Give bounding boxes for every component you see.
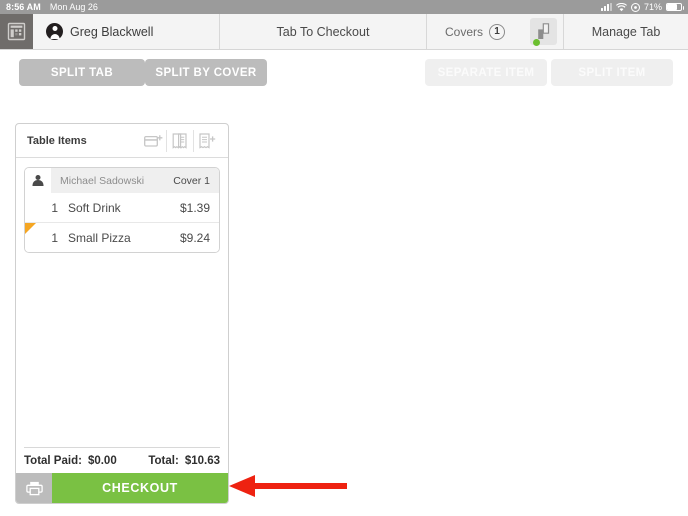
cover-items-card: Michael Sadowski Cover 1 1 Soft Drink $1…	[24, 167, 220, 253]
battery-percent-label: 71%	[643, 2, 662, 12]
status-bar-date: Mon Aug 26	[49, 2, 98, 12]
item-name: Small Pizza	[68, 230, 131, 245]
rotation-lock-icon	[630, 2, 640, 12]
panel-empty-space	[16, 253, 228, 447]
guest-icon	[25, 168, 51, 193]
cover-number-label: Cover 1	[173, 174, 210, 187]
register-icon	[7, 22, 26, 41]
covers-label: Covers	[444, 24, 483, 39]
add-tab-icon[interactable]	[140, 130, 166, 152]
split-item-button[interactable]: SPLIT ITEM	[551, 59, 673, 86]
table-row[interactable]: 1 Soft Drink $1.39	[25, 193, 219, 222]
item-quantity: 1	[51, 200, 58, 215]
add-receipt-icon[interactable]	[193, 129, 220, 152]
app-menu-button[interactable]	[0, 14, 33, 49]
cellular-signal-icon	[600, 3, 612, 11]
totals-row: Total Paid: $0.00 Total: $10.63	[24, 447, 220, 473]
add-receipt-glyph	[199, 132, 216, 149]
split-toolbar: SPLIT TAB SPLIT BY COVER SEPARATE ITEM S…	[0, 50, 688, 94]
split-tab-button[interactable]: SPLIT TAB	[19, 59, 145, 86]
separate-item-button[interactable]: SEPARATE ITEM	[425, 59, 547, 86]
print-button[interactable]	[16, 473, 52, 503]
guest-name-label: Michael Sadowski	[60, 174, 145, 187]
seat-split-glyph	[537, 23, 549, 39]
item-price: $1.39	[179, 200, 210, 215]
item-flag-icon	[25, 223, 36, 234]
item-name: Soft Drink	[68, 200, 121, 215]
user-name-label: Greg Blackwell	[70, 24, 154, 39]
covers-control[interactable]: Covers 1	[427, 14, 523, 49]
total-label: Total:	[148, 454, 179, 467]
table-row[interactable]: 1 Small Pizza $9.24	[25, 222, 219, 252]
move-items-glyph	[172, 132, 187, 149]
total-value: $10.63	[184, 454, 220, 467]
add-tab-glyph	[143, 134, 162, 147]
printer-icon	[25, 481, 43, 495]
total-paid-value: $0.00	[87, 454, 117, 467]
avatar	[46, 23, 63, 40]
cover-header-row[interactable]: Michael Sadowski Cover 1	[25, 168, 219, 193]
manage-tab-button[interactable]: Manage Tab	[564, 14, 688, 49]
total-paid-label: Total Paid:	[24, 454, 82, 467]
split-by-cover-button[interactable]: SPLIT BY COVER	[145, 59, 267, 86]
app-header: Greg Blackwell Tab To Checkout Covers 1 …	[0, 14, 688, 50]
ios-status-bar: 8:56 AM Mon Aug 26 71%	[0, 0, 688, 14]
table-items-panel: Table Items Michael Sadowski Cover 1 1 S…	[15, 123, 229, 504]
checkout-button[interactable]: CHECKOUT	[52, 473, 228, 503]
item-price: $9.24	[179, 230, 210, 245]
checkout-bar: CHECKOUT	[16, 473, 228, 503]
status-bar-time: 8:56 AM	[6, 2, 41, 12]
annotation-arrow-icon	[229, 475, 347, 497]
move-items-icon[interactable]	[166, 129, 193, 152]
wifi-icon	[616, 2, 627, 11]
current-user[interactable]: Greg Blackwell	[33, 14, 220, 49]
seat-toggle-container[interactable]	[523, 14, 564, 49]
page-title: Tab To Checkout	[220, 14, 427, 49]
battery-icon	[666, 3, 684, 11]
covers-count-badge: 1	[489, 23, 505, 40]
table-items-header: Table Items	[16, 124, 228, 158]
status-dot-online	[533, 39, 540, 46]
panel-title: Table Items	[27, 134, 87, 147]
